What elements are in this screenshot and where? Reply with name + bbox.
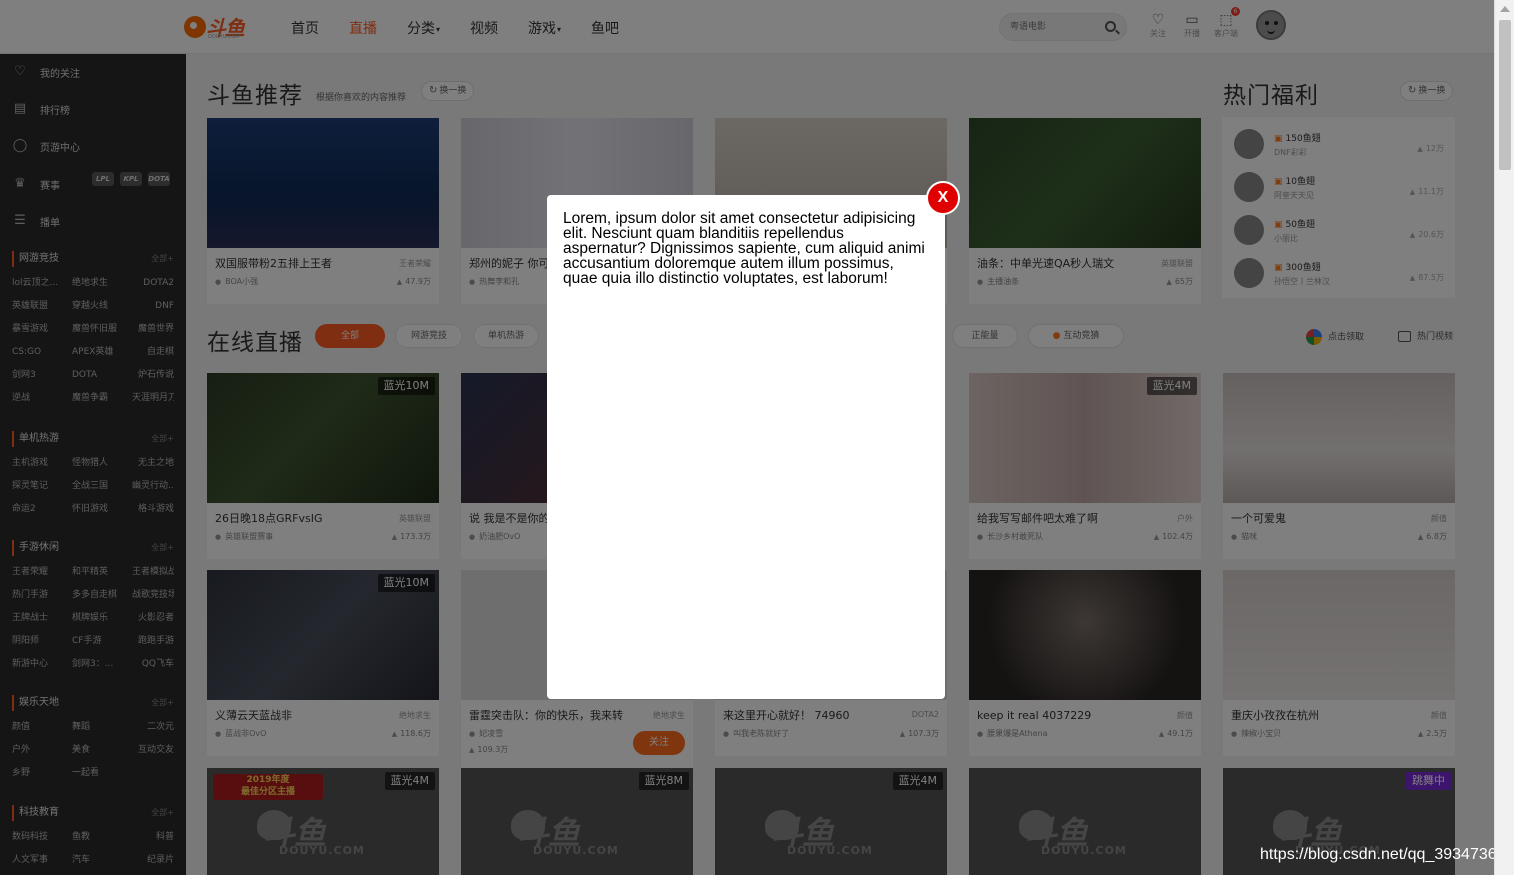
modal-text: Lorem, ipsum dolor sit amet consectetur …	[563, 210, 925, 287]
scroll-thumb[interactable]	[1499, 20, 1511, 170]
modal-dialog: Lorem, ipsum dolor sit amet consectetur …	[547, 195, 945, 699]
page-scrollbar[interactable]	[1494, 0, 1514, 875]
close-button[interactable]: X	[926, 181, 960, 215]
scroll-up-arrow-icon[interactable]	[1500, 6, 1510, 12]
watermark: https://blog.csdn.net/qq_3934736	[1260, 846, 1497, 863]
